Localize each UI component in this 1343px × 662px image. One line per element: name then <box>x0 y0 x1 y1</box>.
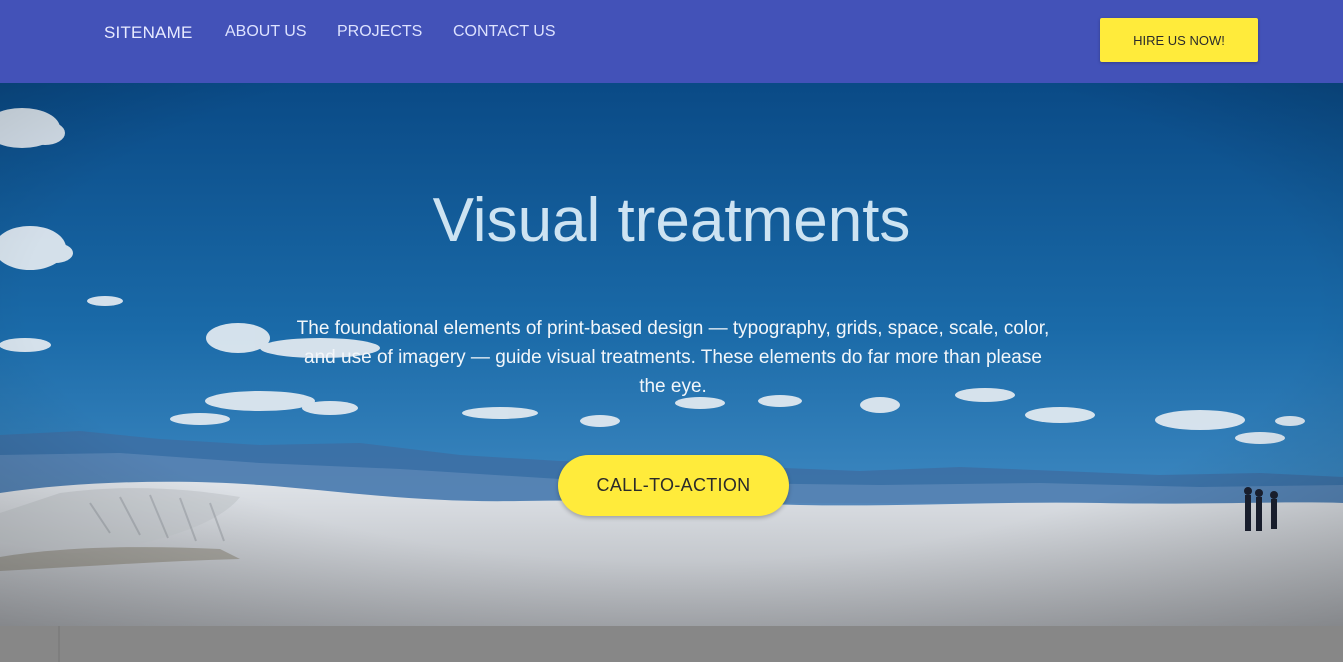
next-section-strip <box>0 626 1343 662</box>
hero-description: The foundational elements of print-based… <box>296 318 1050 397</box>
call-to-action-button[interactable]: CALL-TO-ACTION <box>558 455 789 516</box>
hero-title: Visual treatments <box>432 186 911 255</box>
brand-link[interactable]: SITENAME <box>104 23 193 43</box>
divider <box>58 626 60 662</box>
hero-section: Visual treatments The foundational eleme… <box>0 83 1343 626</box>
hire-us-button[interactable]: HIRE US NOW! <box>1100 18 1258 62</box>
top-navbar: SITENAME ABOUT US PROJECTS CONTACT US HI… <box>0 0 1343 83</box>
nav-link-contact[interactable]: CONTACT US <box>453 23 556 41</box>
nav-link-about[interactable]: ABOUT US <box>225 23 307 41</box>
nav-link-projects[interactable]: PROJECTS <box>337 23 422 41</box>
